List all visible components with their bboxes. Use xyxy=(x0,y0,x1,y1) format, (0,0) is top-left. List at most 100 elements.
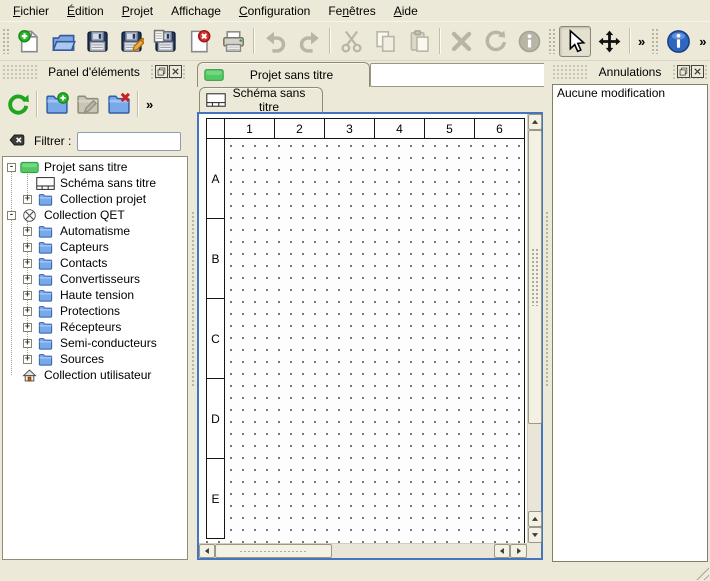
tree-item-semi-conducteurs[interactable]: +Semi-conducteurs xyxy=(3,335,187,351)
tree-item-label: Projet sans titre xyxy=(44,160,127,174)
reload-collections-button[interactable] xyxy=(3,90,32,119)
open-document-button[interactable] xyxy=(47,26,79,57)
select-tool-button[interactable] xyxy=(559,26,591,57)
tree-item-collection-utilisateur[interactable]: Collection utilisateur xyxy=(3,367,187,383)
vertical-scroll-thumb[interactable] xyxy=(528,130,542,424)
edit-category-button[interactable] xyxy=(73,90,102,119)
undo-panel-float-button[interactable] xyxy=(677,65,690,78)
expander-plus-icon[interactable]: + xyxy=(23,227,32,236)
properties-button[interactable] xyxy=(513,26,545,57)
schema-icon xyxy=(206,93,226,107)
tree-item-contacts[interactable]: +Contacts xyxy=(3,255,187,271)
toolbar-drag-handle[interactable] xyxy=(2,28,9,54)
schema-canvas[interactable]: 123456 ABCDE xyxy=(199,114,527,543)
triangle-up-icon xyxy=(531,118,539,126)
tree-item-projet-sans-titre[interactable]: - Projet sans titre xyxy=(3,159,187,175)
tree-item-automatisme[interactable]: +Automatisme xyxy=(3,223,187,239)
scroll-left-button[interactable] xyxy=(199,544,215,558)
vertical-scrollbar[interactable] xyxy=(527,114,541,543)
tree-item-label: Collection projet xyxy=(60,192,146,206)
menu-edition[interactable]: Édition xyxy=(58,1,113,21)
tree-item-label: Convertisseurs xyxy=(60,272,140,286)
elements-panel-titlebar[interactable]: Panel d'éléments xyxy=(2,64,186,80)
left-splitter[interactable] xyxy=(190,62,197,560)
right-splitter[interactable] xyxy=(544,62,551,560)
folder-icon xyxy=(36,240,55,255)
scroll-right-button[interactable] xyxy=(510,544,527,558)
expander-plus-icon[interactable]: + xyxy=(23,275,32,284)
expander-plus-icon[interactable]: + xyxy=(23,259,32,268)
delete-button[interactable] xyxy=(445,26,477,57)
tree-item-capteurs[interactable]: +Capteurs xyxy=(3,239,187,255)
tree-item-sch-ma-sans-titre[interactable]: Schéma sans titre xyxy=(3,175,187,191)
new-category-button[interactable] xyxy=(42,90,71,119)
expander-plus-icon[interactable]: + xyxy=(23,243,32,252)
elements-overflow-button[interactable]: » xyxy=(142,97,157,112)
undo-panel-close-button[interactable] xyxy=(691,65,704,78)
column-header-5: 5 xyxy=(424,118,475,139)
cut-button[interactable] xyxy=(335,26,367,57)
about-qet-button[interactable] xyxy=(662,26,694,57)
save-all-button[interactable] xyxy=(149,26,181,57)
expander-plus-icon[interactable]: + xyxy=(23,355,32,364)
elements-panel-close-button[interactable] xyxy=(169,65,182,78)
expander-minus-icon[interactable]: - xyxy=(7,211,16,220)
tree-item-r-cepteurs[interactable]: +Récepteurs xyxy=(3,319,187,335)
move-tool-button[interactable] xyxy=(593,26,625,57)
expander-plus-icon[interactable]: + xyxy=(23,323,32,332)
schema-tab[interactable]: Schéma sans titre xyxy=(199,87,323,112)
tree-item-collection-projet[interactable]: + Collection projet xyxy=(3,191,187,207)
tree-item-label: Sources xyxy=(60,352,104,366)
undo-panel-title: Annulations xyxy=(589,65,672,79)
menu-fichier[interactable]: Fichier xyxy=(4,1,58,21)
tree-item-haute-tension[interactable]: +Haute tension xyxy=(3,287,187,303)
save-as-button[interactable] xyxy=(115,26,147,57)
tree-item-sources[interactable]: + Sources xyxy=(3,351,187,367)
menu-affichage[interactable]: Affichage xyxy=(162,1,230,21)
toolbar-group-elements: » xyxy=(2,84,163,124)
menu-aide[interactable]: Aide xyxy=(385,1,427,21)
save-button[interactable] xyxy=(81,26,113,57)
menu-projet[interactable]: Projet xyxy=(113,1,162,21)
expander-plus-icon[interactable]: + xyxy=(23,291,32,300)
info-overflow-button[interactable]: » xyxy=(695,34,710,49)
copy-button[interactable] xyxy=(369,26,401,57)
rotate-button[interactable] xyxy=(479,26,511,57)
filter-input[interactable] xyxy=(77,132,181,151)
toolbar-drag-handle[interactable] xyxy=(651,28,658,54)
clear-filter-button[interactable] xyxy=(6,131,28,151)
close-document-button[interactable] xyxy=(183,26,215,57)
undo-panel-titlebar[interactable]: Annulations xyxy=(552,64,708,80)
scroll-down-button[interactable] xyxy=(528,527,542,543)
horizontal-scrollbar[interactable] xyxy=(199,543,527,558)
print-button[interactable] xyxy=(217,26,249,57)
toolbar-drag-handle[interactable] xyxy=(548,28,555,54)
new-document-button[interactable] xyxy=(13,26,45,57)
expander-plus-icon[interactable]: + xyxy=(23,339,32,348)
project-tab[interactable]: Projet sans titre xyxy=(197,62,370,87)
scroll-left-button-2[interactable] xyxy=(494,544,510,558)
undo-button[interactable] xyxy=(259,26,291,57)
paste-button[interactable] xyxy=(403,26,435,57)
expander-minus-icon[interactable]: - xyxy=(7,163,16,172)
delete-category-button[interactable] xyxy=(104,90,133,119)
expander-plus-icon[interactable]: + xyxy=(23,195,32,204)
menu-fenetres[interactable]: Fenêtres xyxy=(319,1,384,21)
scroll-up-button[interactable] xyxy=(528,114,542,130)
schema-canvas-view: 123456 ABCDE xyxy=(197,112,543,560)
menu-configuration[interactable]: Configuration xyxy=(230,1,319,21)
row-header-B: B xyxy=(206,218,225,299)
window-resize-grip[interactable] xyxy=(696,567,709,580)
redo-button[interactable] xyxy=(293,26,325,57)
tree-item-protections[interactable]: +Protections xyxy=(3,303,187,319)
project-tab-label: Projet sans titre xyxy=(224,68,369,82)
elements-panel-float-button[interactable] xyxy=(155,65,168,78)
float-icon xyxy=(679,67,688,76)
scroll-up-button-2[interactable] xyxy=(528,511,542,527)
horizontal-scroll-thumb[interactable] xyxy=(215,544,332,558)
tree-item-convertisseurs[interactable]: + Convertisseurs xyxy=(3,271,187,287)
tree-item-collection-qet[interactable]: -Collection QET xyxy=(3,207,187,223)
expander-plus-icon[interactable]: + xyxy=(23,307,32,316)
tools-overflow-button[interactable]: » xyxy=(634,34,649,49)
undo-list-item[interactable]: Aucune modification xyxy=(553,85,707,101)
